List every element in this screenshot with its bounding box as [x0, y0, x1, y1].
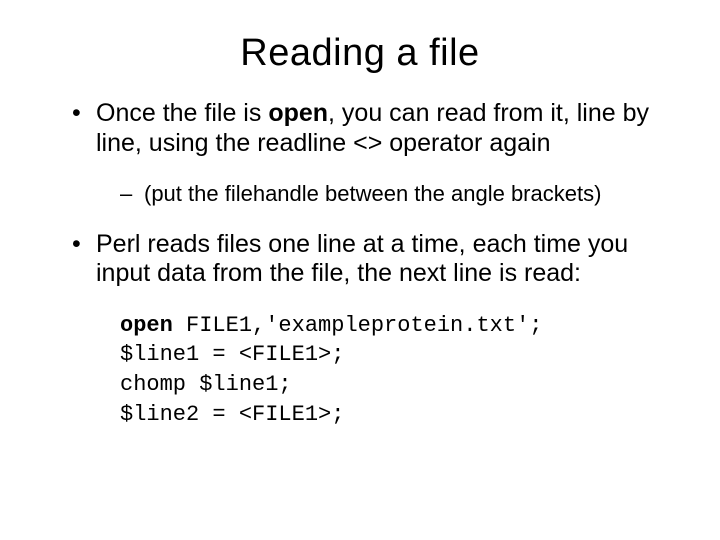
sub-bullet-item-1: (put the filehandle between the angle br… — [120, 180, 672, 208]
bullet-2-text: Perl reads files one line at a time, eac… — [96, 230, 628, 288]
code-line-1-rest: FILE1,'exampleprotein.txt'; — [173, 313, 543, 338]
bullet-1-text-pre: Once the file is — [96, 99, 268, 127]
bullet-item-1: Once the file is open, you can read from… — [72, 99, 672, 208]
code-line-4: $line2 = <FILE1>; — [120, 402, 344, 427]
bullet-item-2: Perl reads files one line at a time, eac… — [72, 230, 672, 289]
code-line-3: chomp $line1; — [120, 372, 292, 397]
sub-bullet-1-text: (put the filehandle between the angle br… — [144, 181, 601, 206]
sub-bullet-list: (put the filehandle between the angle br… — [96, 180, 672, 208]
slide: Reading a file Once the file is open, yo… — [0, 0, 720, 540]
slide-title: Reading a file — [48, 32, 672, 75]
code-block: open FILE1,'exampleprotein.txt'; $line1 … — [120, 311, 672, 430]
bullet-list: Once the file is open, you can read from… — [48, 99, 672, 289]
code-keyword-open: open — [120, 313, 173, 338]
bullet-1-text-bold: open — [268, 99, 328, 127]
code-line-2: $line1 = <FILE1>; — [120, 342, 344, 367]
